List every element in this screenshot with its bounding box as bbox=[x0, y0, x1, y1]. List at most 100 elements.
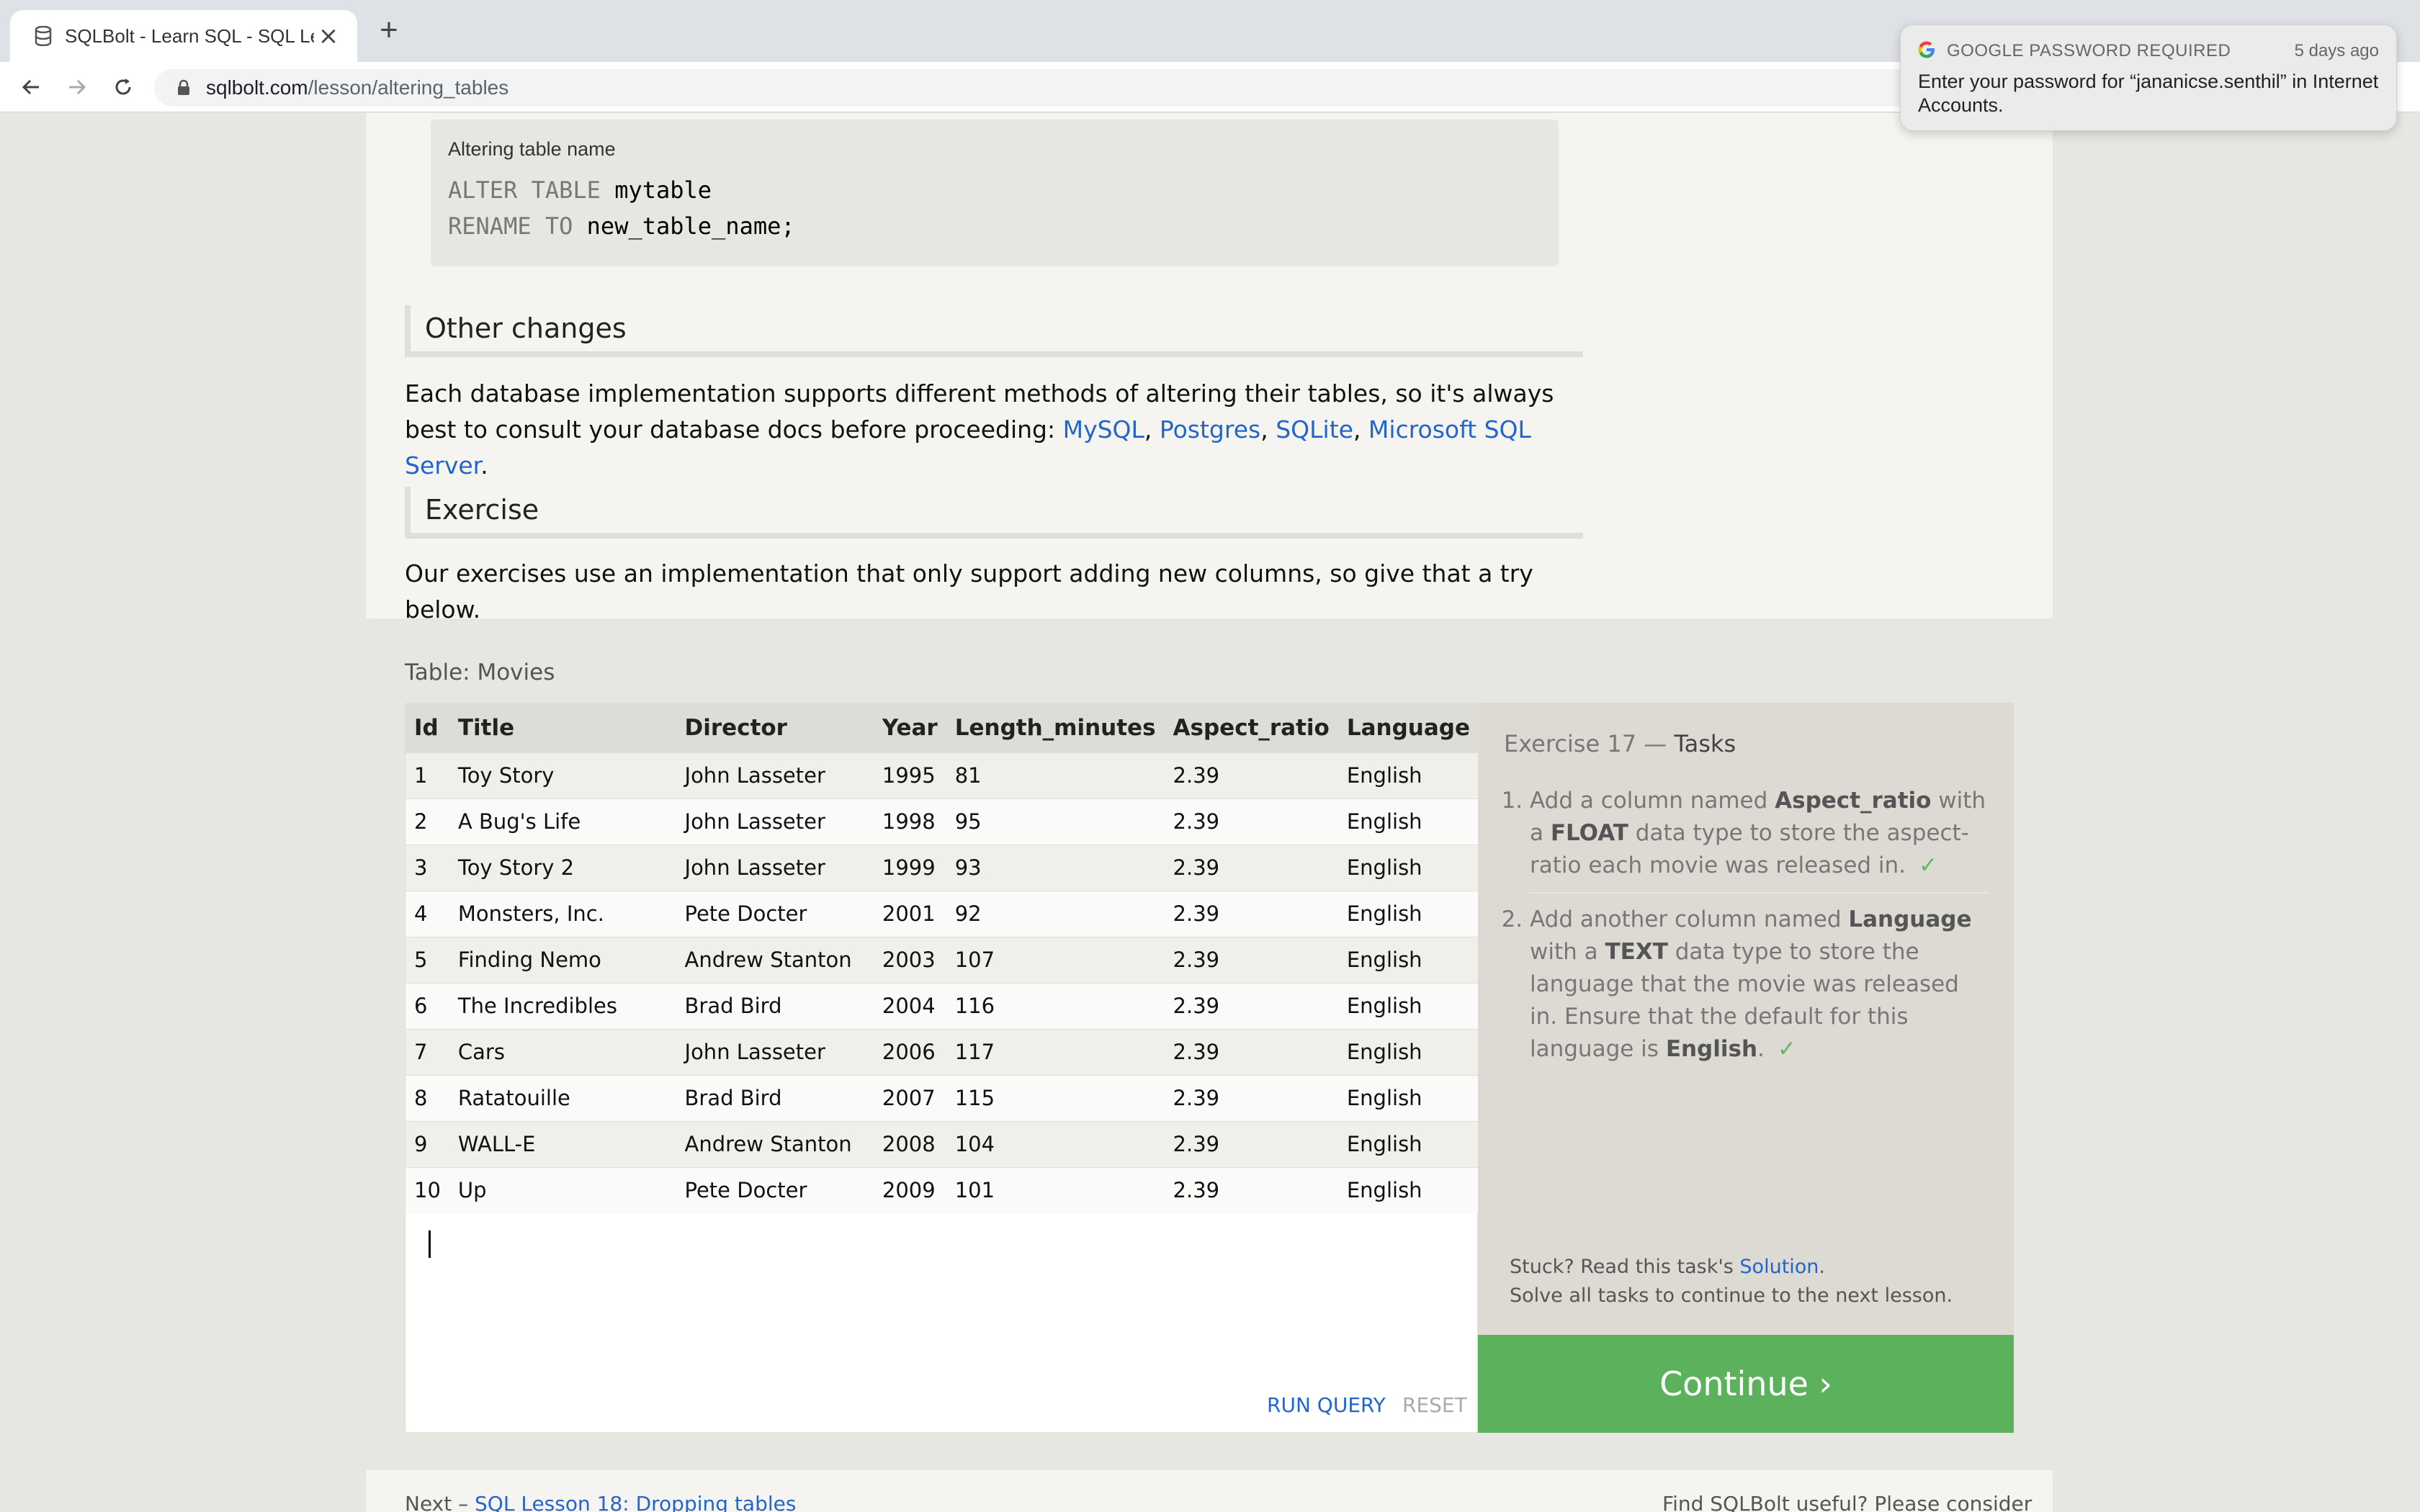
table-cell: 93 bbox=[946, 844, 1165, 891]
tab-title: SQLBolt - Learn SQL - SQL Les bbox=[65, 24, 314, 47]
table-cell: 115 bbox=[946, 1074, 1165, 1121]
table-cell: A Bug's Life bbox=[449, 798, 676, 845]
table-cell: 2 bbox=[405, 798, 449, 845]
table-cell: Andrew Stanton bbox=[676, 936, 874, 983]
table-cell: John Lasseter bbox=[676, 798, 874, 845]
table-cell: English bbox=[1337, 798, 1479, 845]
table-row: 6 The Incredibles Brad Bird 2004 116 2.39 Engl… bbox=[405, 982, 1479, 1029]
browser-tab[interactable]: SQLBolt - Learn SQL - SQL Les × bbox=[10, 10, 357, 62]
table-cell: 101 bbox=[946, 1166, 1165, 1213]
reset-button[interactable]: RESET bbox=[1402, 1393, 1467, 1417]
table-cell: 2.39 bbox=[1164, 1120, 1338, 1167]
stuck-text: Stuck? Read this task's bbox=[1510, 1256, 1740, 1278]
table-row: 1 Toy Story John Lasseter 1995 81 2.39 English bbox=[405, 752, 1479, 798]
table-cell: 2003 bbox=[873, 936, 946, 983]
lock-icon bbox=[178, 79, 189, 95]
table-cell: English bbox=[1337, 752, 1479, 798]
column-header: Id bbox=[405, 703, 449, 752]
table-cell: The Incredibles bbox=[449, 982, 676, 1029]
forward-arrow-icon[interactable] bbox=[60, 71, 94, 104]
table-cell: WALL-E bbox=[449, 1120, 676, 1167]
task-text: Add a column named bbox=[1530, 788, 1775, 814]
table-cell: English bbox=[1337, 890, 1479, 937]
code-block: ALTER TABLE mytable RENAME TO new_table_… bbox=[448, 172, 1541, 244]
table-cell: 2.39 bbox=[1164, 1074, 1338, 1121]
continue-button[interactable]: Continue › bbox=[1478, 1335, 2014, 1433]
table-cell: Toy Story 2 bbox=[449, 844, 676, 891]
table-row: 3 Toy Story 2 John Lasseter 1999 93 2.39 Engli… bbox=[405, 844, 1479, 891]
code-keyword: ALTER TABLE bbox=[448, 176, 601, 204]
new-tab-icon[interactable]: + bbox=[373, 14, 405, 48]
table-cell: 2.39 bbox=[1164, 1166, 1338, 1213]
table-row: 10 Up Pete Docter 2009 101 2.39 English bbox=[405, 1166, 1479, 1213]
next-lesson-link[interactable]: SQL Lesson 18: Dropping tables bbox=[475, 1492, 796, 1512]
task-item: Add another column named Language with a… bbox=[1530, 904, 1988, 1076]
table-caption: Table: Movies bbox=[405, 660, 555, 685]
table-cell: Cars bbox=[449, 1028, 676, 1075]
task-bold: English bbox=[1665, 1036, 1758, 1062]
mysql-link[interactable]: MySQL bbox=[1063, 415, 1144, 444]
column-header: Title bbox=[449, 703, 676, 752]
reload-icon[interactable] bbox=[107, 71, 140, 104]
run-query-button[interactable]: RUN QUERY bbox=[1267, 1393, 1386, 1417]
other-changes-heading: Other changes bbox=[405, 305, 1583, 357]
table-cell: Monsters, Inc. bbox=[449, 890, 676, 937]
table-cell: 2004 bbox=[873, 982, 946, 1029]
code-example: Altering table name ALTER TABLE mytable … bbox=[431, 120, 1559, 266]
query-results-panel: Id Title Director Year Length_minutes Aspect_… bbox=[405, 703, 1479, 1433]
code-text: new_table_name; bbox=[573, 212, 795, 240]
table-cell: English bbox=[1337, 1074, 1479, 1121]
table-cell: English bbox=[1337, 982, 1479, 1029]
table-cell: Pete Docter bbox=[676, 890, 874, 937]
table-cell: 6 bbox=[405, 982, 449, 1029]
sqlite-link[interactable]: SQLite bbox=[1276, 415, 1353, 444]
next-lesson: Next – SQL Lesson 18: Dropping tables bbox=[405, 1492, 796, 1512]
table-cell: English bbox=[1337, 1166, 1479, 1213]
table-cell: Ratatouille bbox=[449, 1074, 676, 1121]
table-cell: Pete Docter bbox=[676, 1166, 874, 1213]
table-cell: 95 bbox=[946, 798, 1165, 845]
postgres-link[interactable]: Postgres bbox=[1160, 415, 1260, 444]
table-cell: 2.39 bbox=[1164, 982, 1338, 1029]
table-cell: Andrew Stanton bbox=[676, 1120, 874, 1167]
table-row: 7 Cars John Lasseter 2006 117 2.39 English bbox=[405, 1028, 1479, 1075]
table-row: 2A Bug's Life John Lasseter 1998 95 2.39 Engl… bbox=[405, 798, 1479, 845]
notification-time: 5 days ago bbox=[2294, 41, 2379, 60]
table-cell: Brad Bird bbox=[676, 1074, 874, 1121]
table-cell: 104 bbox=[946, 1120, 1165, 1167]
table-row: 4 Monsters, Inc. Pete Docter 2001 92 2.39 Engl… bbox=[405, 890, 1479, 937]
table-cell: English bbox=[1337, 1028, 1479, 1075]
table-cell: 9 bbox=[405, 1120, 449, 1167]
checkmark-icon: ✓ bbox=[1777, 1036, 1796, 1062]
code-keyword: RENAME TO bbox=[448, 212, 573, 240]
table-cell: 7 bbox=[405, 1028, 449, 1075]
table-cell: 1 bbox=[405, 752, 449, 798]
table-cell: 107 bbox=[946, 936, 1165, 983]
back-arrow-icon[interactable] bbox=[14, 71, 48, 104]
task-text: . bbox=[1757, 1036, 1765, 1062]
stuck-end: . bbox=[1819, 1256, 1826, 1278]
table-cell: 4 bbox=[405, 890, 449, 937]
task-item: Add a column named Aspect_ratio with a F… bbox=[1530, 785, 1988, 894]
table-cell: Toy Story bbox=[449, 752, 676, 798]
tab-close-icon[interactable]: × bbox=[314, 22, 343, 50]
task-list: Add a column named Aspect_ratio with a F… bbox=[1504, 785, 1988, 1076]
table-cell: 2.39 bbox=[1164, 936, 1338, 983]
solution-link[interactable]: Solution bbox=[1739, 1256, 1819, 1278]
checkmark-icon: ✓ bbox=[1919, 852, 1938, 878]
table-row: 8 Ratatouille Brad Bird 2007 115 2.39 English bbox=[405, 1074, 1479, 1121]
table-cell: 2.39 bbox=[1164, 890, 1338, 937]
sql-editor[interactable] bbox=[405, 1219, 1479, 1377]
password-notification[interactable]: GOOGLE PASSWORD REQUIRED 5 days ago Ente… bbox=[1900, 24, 2397, 131]
database-favicon-icon bbox=[32, 24, 55, 48]
stuck-note: Stuck? Read this task's Solution. Solve … bbox=[1510, 1253, 1953, 1310]
table-cell: 1999 bbox=[873, 844, 946, 891]
table-cell: 117 bbox=[946, 1028, 1165, 1075]
table-cell: 92 bbox=[946, 890, 1165, 937]
next-prefix: Next – bbox=[405, 1492, 475, 1512]
solve-text: Solve all tasks to continue to the next … bbox=[1510, 1284, 1953, 1307]
table-cell: Up bbox=[449, 1166, 676, 1213]
table-row: 9 WALL-E Andrew Stanton 2008 104 2.39 English bbox=[405, 1120, 1479, 1167]
table-cell: 1998 bbox=[873, 798, 946, 845]
google-icon bbox=[1918, 41, 1935, 58]
